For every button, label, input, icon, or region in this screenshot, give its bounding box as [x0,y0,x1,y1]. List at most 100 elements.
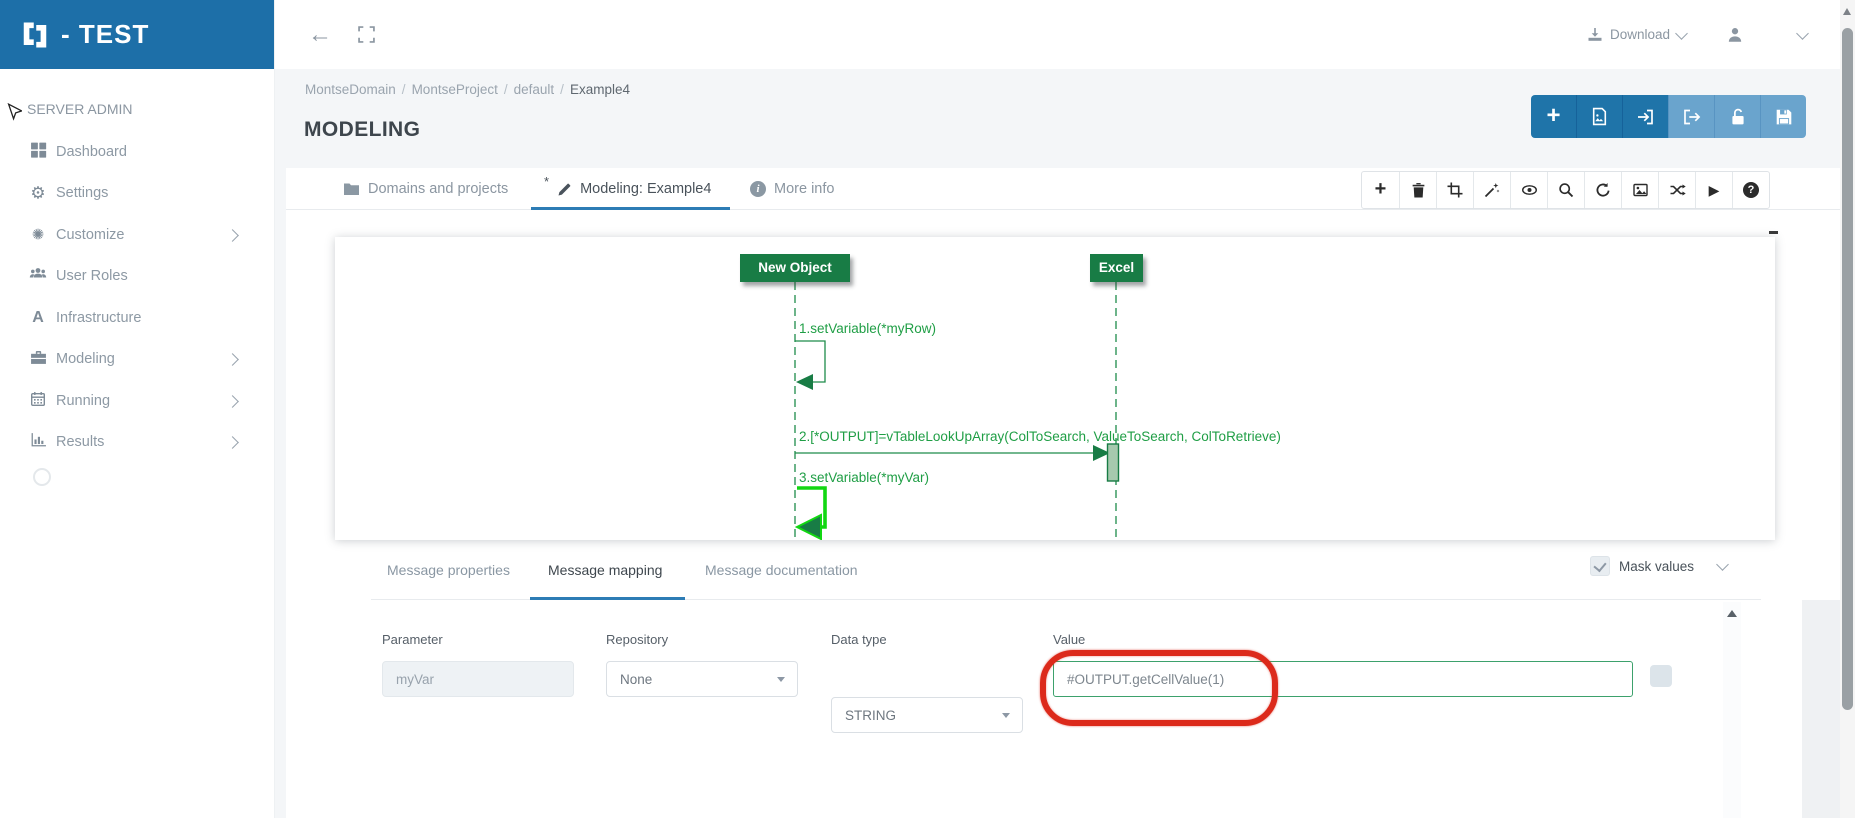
value-label: Value [1053,632,1085,647]
shuffle-button[interactable] [1658,172,1695,208]
delete-button[interactable] [1399,172,1436,208]
value-input[interactable] [1053,661,1633,697]
logo-brackets-icon [20,20,50,50]
chevron-down-icon [1796,27,1809,40]
sidebar-item-infrastructure[interactable]: A Infrastructure [0,297,274,338]
sidebar-item-dashboard[interactable]: Dashboard [0,131,274,172]
tab-label: Domains and projects [368,181,508,197]
data-type-selected-value: STRING [845,708,896,723]
breadcrumb-item[interactable]: MontseProject [412,82,498,97]
dropdown-caret-icon [777,677,785,682]
refresh-button[interactable] [1584,172,1621,208]
breadcrumb-item[interactable]: default [514,82,555,97]
sidebar-item-label: Customize [56,227,125,243]
panel-scrollbar[interactable] [1723,602,1741,818]
sidebar-heading: SERVER ADMIN [27,101,133,117]
diagram-message-2[interactable]: 2.[*OUTPUT]=vTableLookUpArray(ColToSearc… [799,429,1281,444]
calendar-icon [27,391,49,411]
sidebar-item-running[interactable]: Running [0,380,274,421]
export-file-button[interactable] [1576,95,1622,138]
trash-icon [1411,182,1426,198]
user-icon [1726,26,1744,44]
canvas-handle [1769,231,1778,234]
help-button[interactable]: ? [1732,172,1769,208]
shuffle-icon [1669,182,1686,198]
magic-wand-button[interactable] [1473,172,1510,208]
search-button[interactable] [1547,172,1584,208]
folder-icon [343,182,360,196]
sign-out-icon [1682,108,1701,126]
chevron-down-icon [1675,27,1688,40]
parameter-input[interactable] [382,661,574,697]
tab-domains-and-projects[interactable]: Domains and projects [343,168,508,210]
tab-label: More info [774,181,834,197]
sidebar-item-customize[interactable]: ✺ Customize [0,214,274,255]
fullscreen-button[interactable] [358,0,375,69]
sidebar-item-settings[interactable]: ⚙ Settings [0,172,274,213]
download-menu[interactable]: Download [1587,0,1686,69]
active-tab-underline [531,207,730,210]
sidebar-item-label: User Roles [56,268,128,284]
page-title: MODELING [304,118,420,142]
actor-new-object[interactable]: New Object [740,254,850,282]
value-action-button[interactable] [1650,665,1672,687]
chevron-right-icon [226,395,239,408]
breadcrumb-item[interactable]: MontseDomain [305,82,396,97]
download-icon [1587,27,1603,42]
add-message-button[interactable]: + [1362,172,1399,208]
tab-message-properties[interactable]: Message properties [387,562,510,578]
diagram-message-3[interactable]: 3.setVariable(*myVar) [799,470,929,485]
repository-select[interactable]: None [606,661,798,697]
pencil-icon [557,182,572,197]
chevron-right-icon [226,353,239,366]
check-in-button[interactable] [1622,95,1668,138]
repository-label: Repository [606,632,668,647]
data-type-select[interactable]: STRING [831,697,1023,733]
flower-gear-icon: ✺ [27,227,49,242]
chevron-right-icon [226,229,239,242]
check-out-button [1668,95,1714,138]
chevron-right-icon [226,436,239,449]
back-button[interactable]: ← [308,0,332,69]
help-icon: ? [1743,182,1759,198]
info-icon: i [750,181,766,197]
sidebar-item-results[interactable]: Results [0,421,274,462]
data-type-label: Data type [831,632,887,647]
parameter-label: Parameter [382,632,443,647]
action-button-group: + [1531,95,1806,138]
image-button[interactable] [1621,172,1658,208]
tab-modeling-example4[interactable]: * Modeling: Example4 [544,168,711,210]
breadcrumb-separator: / [560,82,564,97]
save-button [1760,95,1806,138]
sequence-diagram-canvas[interactable]: New Object Excel 1.setVariable(*myRow) 2… [335,237,1775,540]
modified-marker: * [544,174,549,189]
page-scrollbar[interactable] [1840,0,1855,818]
scrollbar-thumb[interactable] [1842,28,1853,710]
sidebar-item-modeling[interactable]: Modeling [0,338,274,379]
user-menu[interactable] [1726,0,1744,69]
mask-values-checkbox[interactable] [1590,556,1610,576]
briefcase-icon [27,349,49,369]
sidebar-item-user-roles[interactable]: User Roles [0,255,274,296]
tab-message-mapping[interactable]: Message mapping [548,562,662,578]
crop-button[interactable] [1436,172,1473,208]
gear-icon: ⚙ [27,184,49,201]
app-logo[interactable]: - TEST [0,0,274,69]
preview-button[interactable] [1510,172,1547,208]
repository-selected-value: None [620,672,652,687]
save-icon [1775,108,1793,126]
eye-icon [1521,182,1538,198]
run-button[interactable]: ▶ [1695,172,1732,208]
tab-more-info[interactable]: i More info [750,168,834,210]
collapse-panel-chevron-icon[interactable] [1716,558,1729,571]
diagram-message-1[interactable]: 1.setVariable(*myRow) [799,321,936,336]
sidebar-item-label: Dashboard [56,144,127,160]
actor-excel[interactable]: Excel [1090,254,1143,282]
modeling-card: Domains and projects * Modeling: Example… [286,168,1840,818]
mouse-cursor [7,103,22,123]
tab-message-documentation[interactable]: Message documentation [705,562,858,578]
refresh-icon [1595,182,1611,198]
add-button[interactable]: + [1531,95,1576,138]
collapse-header-button[interactable] [1798,0,1807,69]
breadcrumb-separator: / [402,82,406,97]
